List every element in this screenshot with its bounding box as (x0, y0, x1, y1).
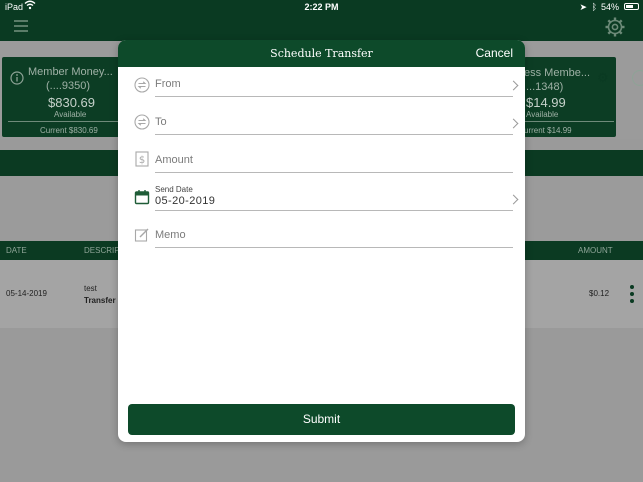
column-description: DESCRIP (84, 246, 120, 255)
app-header (0, 14, 643, 41)
column-amount: AMOUNT (578, 246, 613, 255)
svg-text:$: $ (139, 155, 145, 166)
current-balance: Current $830.69 (40, 126, 98, 135)
account-number: ...1348) (526, 81, 564, 93)
cancel-button[interactable]: Cancel (476, 40, 513, 67)
battery-icon (624, 3, 639, 10)
chevron-right-icon (508, 80, 519, 91)
send-date-label: Send Date (155, 185, 193, 194)
column-date: DATE (6, 246, 27, 255)
account-balance: $14.99 (526, 95, 566, 110)
from-label: From (155, 78, 181, 90)
status-bar: iPad 2:22 PM 54% ➤ ᛒ (0, 0, 643, 14)
memo-field[interactable]: Memo (118, 225, 525, 261)
available-label: Available (54, 110, 87, 119)
dialog-title: Schedule Transfer (270, 47, 373, 60)
clock: 2:22 PM (304, 2, 339, 12)
send-date-value: 05-20-2019 (155, 195, 216, 207)
account-card[interactable]: ess Membe... ...1348) $14.99 Available u… (524, 57, 616, 137)
settings-gear-icon[interactable] (604, 16, 626, 38)
submit-button[interactable]: Submit (128, 404, 515, 435)
dollar-icon: $ (134, 151, 150, 167)
calendar-icon (134, 189, 150, 205)
card-divider (524, 121, 614, 122)
account-card[interactable]: Member Money... (....9350) $830.69 Avail… (2, 57, 137, 137)
location-icon: ➤ (579, 2, 587, 12)
chevron-right-icon (508, 118, 519, 129)
current-balance: urrent $14.99 (524, 126, 572, 135)
field-underline (155, 210, 513, 211)
field-underline (155, 172, 513, 173)
field-underline (155, 247, 513, 248)
dialog-header: Schedule Transfer Cancel (118, 40, 525, 67)
menu-icon[interactable] (14, 20, 28, 32)
bluetooth-icon: ᛒ (591, 2, 597, 12)
amount-label: Amount (155, 154, 193, 166)
account-balance: $830.69 (48, 95, 95, 110)
row-description: test (84, 284, 97, 293)
schedule-transfer-dialog: Schedule Transfer Cancel From To $ Amoun… (118, 40, 525, 442)
more-options-icon[interactable] (630, 285, 634, 306)
row-type: Transfer (84, 296, 116, 305)
battery-percent: 54% (600, 2, 619, 12)
field-underline (155, 96, 513, 97)
to-field[interactable]: To (118, 112, 525, 148)
transfer-icon (134, 114, 150, 130)
card-divider (8, 121, 131, 122)
to-label: To (155, 116, 167, 128)
transfer-icon (134, 77, 150, 93)
from-field[interactable]: From (118, 74, 525, 110)
info-icon[interactable] (10, 71, 24, 90)
edit-note-icon (134, 227, 150, 243)
amount-field[interactable]: $ Amount (118, 150, 525, 186)
account-number: (....9350) (46, 80, 91, 92)
card-settings-icon[interactable]: ⚙ (597, 70, 609, 86)
row-date: 05-14-2019 (6, 289, 47, 298)
field-underline (155, 134, 513, 135)
account-name: ess Membe... (524, 67, 591, 79)
send-date-field[interactable]: Send Date 05-20-2019 (118, 183, 525, 219)
info-icon[interactable] (632, 70, 643, 86)
available-label: Available (526, 110, 559, 119)
chevron-right-icon (508, 194, 519, 205)
memo-label: Memo (155, 229, 186, 241)
row-amount: $0.12 (589, 289, 610, 298)
